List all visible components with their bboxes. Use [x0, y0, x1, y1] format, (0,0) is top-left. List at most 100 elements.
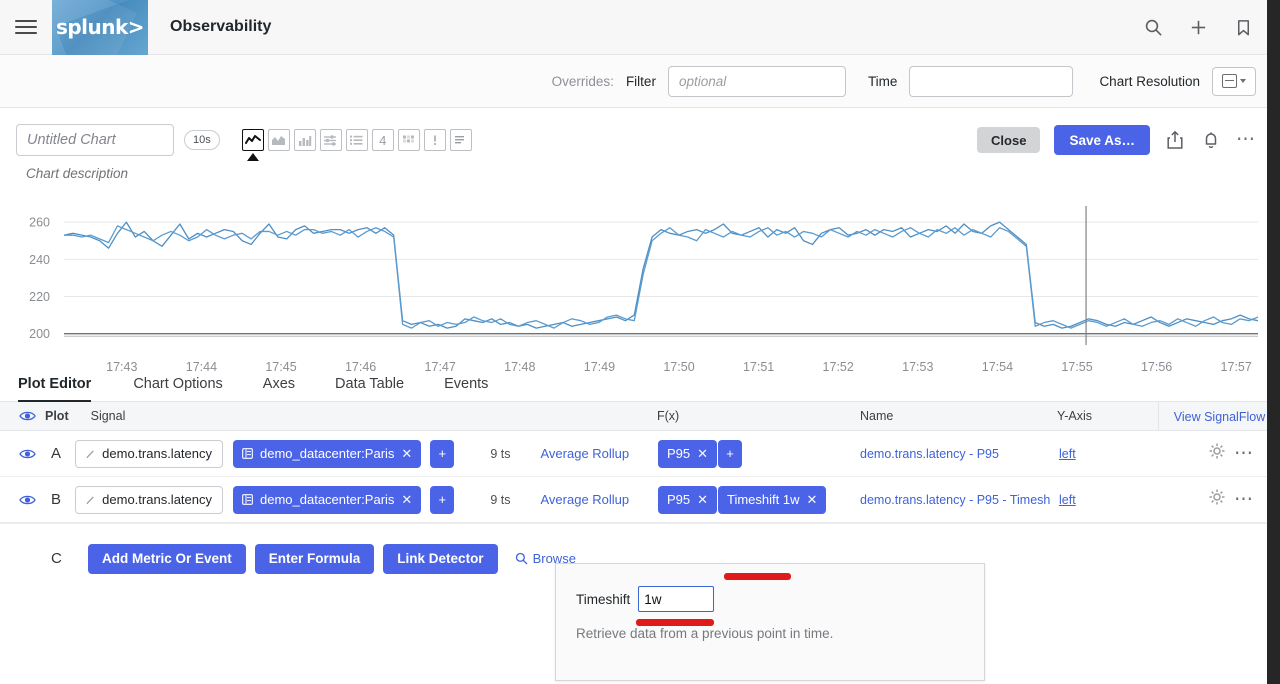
- text-note-icon[interactable]: [449, 129, 472, 151]
- toggle-all-plots-icon[interactable]: [18, 407, 36, 425]
- chart-header-row: 10s 4 Close Save As…: [0, 108, 1280, 161]
- search-icon[interactable]: [1142, 16, 1164, 38]
- view-signalflow-cell[interactable]: View SignalFlow: [1158, 402, 1280, 431]
- timeshift-field-row: Timeshift: [556, 564, 984, 612]
- row-menu-icon[interactable]: ⋯: [1234, 444, 1254, 463]
- plot-name-link[interactable]: demo.trans.latency - P95 - Timeshi: [860, 493, 1050, 507]
- function-chip[interactable]: P95 ✕: [658, 439, 718, 468]
- toggle-plot-visibility-icon[interactable]: [18, 445, 36, 463]
- add-metric-or-event-button[interactable]: Add Metric Or Event: [88, 543, 246, 574]
- filter-chip-label: demo_datacenter:Paris: [260, 492, 395, 507]
- column-chart-icon[interactable]: [293, 129, 316, 151]
- add-filter-button[interactable]: +: [430, 485, 455, 514]
- page-title: Observability: [170, 18, 272, 35]
- list-icon[interactable]: [345, 129, 368, 151]
- row-menu-icon[interactable]: ⋯: [1234, 490, 1254, 509]
- remove-timeshift-icon[interactable]: ✕: [806, 492, 817, 508]
- svg-text:17:55: 17:55: [1061, 360, 1092, 373]
- tab-events[interactable]: Events: [424, 376, 508, 401]
- pencil-icon: [86, 496, 94, 504]
- remove-function-icon[interactable]: ✕: [697, 446, 708, 462]
- line-chart-icon[interactable]: [241, 129, 264, 161]
- timeshift-chip[interactable]: Timeshift 1w ✕: [718, 485, 827, 514]
- window-edge: [1267, 0, 1280, 684]
- event-feed-icon[interactable]: [423, 129, 446, 151]
- signal-value: demo.trans.latency: [102, 446, 212, 461]
- tab-chart-options[interactable]: Chart Options: [113, 376, 242, 401]
- remove-function-icon[interactable]: ✕: [697, 492, 708, 508]
- toggle-plot-visibility-icon[interactable]: [18, 491, 36, 509]
- share-icon[interactable]: [1164, 128, 1186, 152]
- link-detector-button[interactable]: Link Detector: [383, 543, 498, 574]
- rollup-link[interactable]: Average Rollup: [540, 446, 629, 461]
- svg-text:240: 240: [29, 253, 50, 267]
- timeshift-input[interactable]: [638, 586, 715, 612]
- line-chart[interactable]: 200 220 240 260 17:43 17:44 17:45 17:46 17:47 17:…: [0, 193, 1280, 373]
- svg-text:17:54: 17:54: [982, 360, 1013, 373]
- plot-letter: C: [51, 550, 62, 567]
- metadata-icon: [242, 494, 253, 505]
- signal-input[interactable]: demo.trans.latency: [75, 485, 223, 514]
- chart-resolution-label: Chart Resolution: [1099, 73, 1200, 89]
- table-row: B demo.trans.latency demo_datacenter:Par…: [0, 477, 1280, 523]
- area-chart-icon[interactable]: [267, 129, 290, 151]
- plot-letter: A: [51, 445, 62, 462]
- rollup-link[interactable]: Average Rollup: [540, 492, 629, 507]
- chart-resolution-icon: [1222, 74, 1237, 88]
- timeshift-popover: Timeshift Retrieve data from a previous …: [555, 563, 985, 681]
- chart-resolution-dropdown[interactable]: [1212, 66, 1256, 96]
- column-header-fx: F(x): [657, 409, 680, 423]
- search-icon: [515, 552, 527, 565]
- chart-description-placeholder[interactable]: Chart description: [0, 156, 1280, 181]
- svg-text:17:49: 17:49: [584, 360, 615, 373]
- time-input[interactable]: [909, 65, 1074, 97]
- plot-settings-icon[interactable]: [1208, 442, 1226, 465]
- plot-settings-icon[interactable]: [1208, 488, 1226, 511]
- filter-chip-label: demo_datacenter:Paris: [260, 446, 395, 461]
- timeshift-help-text: Retrieve data from a previous point in t…: [576, 626, 834, 641]
- svg-text:17:44: 17:44: [186, 360, 217, 373]
- column-header-plot: Plot: [45, 409, 69, 423]
- heatmap-icon[interactable]: [397, 129, 420, 151]
- svg-text:200: 200: [29, 327, 50, 341]
- filter-chip[interactable]: demo_datacenter:Paris ✕: [233, 439, 422, 468]
- metadata-icon: [242, 448, 253, 459]
- remove-filter-icon[interactable]: ✕: [401, 446, 412, 462]
- hamburger-icon[interactable]: [0, 20, 52, 34]
- tab-axes[interactable]: Axes: [243, 376, 315, 401]
- plus-icon[interactable]: [1187, 16, 1209, 38]
- filter-chip[interactable]: demo_datacenter:Paris ✕: [233, 485, 422, 514]
- resolution-pill[interactable]: 10s: [184, 130, 220, 150]
- view-signalflow-link[interactable]: View SignalFlow: [1174, 410, 1265, 424]
- plot-name-link[interactable]: demo.trans.latency - P95: [860, 447, 1045, 461]
- filter-label: Filter: [625, 73, 656, 89]
- svg-text:17:48: 17:48: [504, 360, 535, 373]
- remove-filter-icon[interactable]: ✕: [401, 492, 412, 508]
- function-chip[interactable]: P95 ✕: [658, 485, 718, 514]
- plot-table-header: Plot Signal F(x) Name Y-Axis View Signal…: [0, 402, 1280, 431]
- chart-name-input[interactable]: [16, 124, 174, 156]
- single-value-icon[interactable]: 4: [371, 129, 394, 151]
- add-filter-button[interactable]: +: [430, 439, 455, 468]
- bell-icon[interactable]: [1200, 128, 1222, 152]
- timeshift-chip-label: Timeshift 1w: [727, 492, 800, 507]
- close-button[interactable]: Close: [977, 127, 1041, 153]
- chart-header-actions: Close Save As… ⋯: [977, 125, 1256, 155]
- enter-formula-button[interactable]: Enter Formula: [254, 543, 375, 574]
- tab-plot-editor[interactable]: Plot Editor: [18, 376, 113, 402]
- highlight-marker-bottom: [636, 619, 714, 626]
- tab-data-table[interactable]: Data Table: [315, 376, 424, 401]
- add-function-button[interactable]: +: [718, 439, 742, 468]
- yaxis-link[interactable]: left: [1059, 447, 1076, 461]
- yaxis-link[interactable]: left: [1059, 493, 1076, 507]
- signal-input[interactable]: demo.trans.latency: [75, 439, 223, 468]
- svg-text:17:56: 17:56: [1141, 360, 1172, 373]
- histogram-icon[interactable]: [319, 129, 342, 151]
- splunk-logo[interactable]: splunk>: [52, 0, 148, 55]
- svg-text:17:51: 17:51: [743, 360, 774, 373]
- filter-input[interactable]: [667, 65, 846, 97]
- save-as-button[interactable]: Save As…: [1054, 125, 1150, 155]
- svg-text:17:52: 17:52: [823, 360, 854, 373]
- bookmark-icon[interactable]: [1232, 16, 1254, 38]
- ellipsis-icon[interactable]: ⋯: [1236, 130, 1256, 149]
